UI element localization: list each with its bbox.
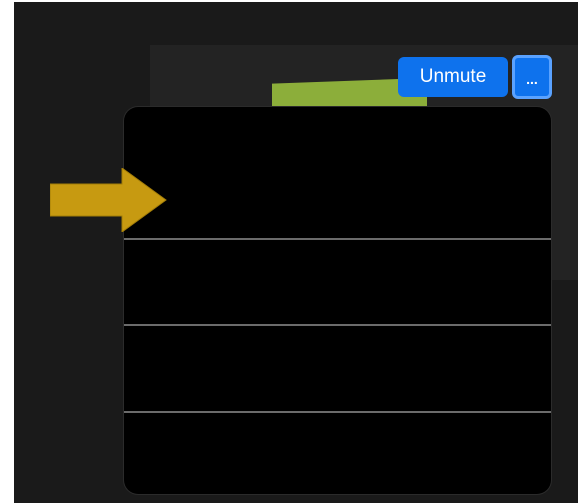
menu-divider [124,324,551,326]
screenshot-stage: Unmute ... Start Video Rename Add Pin Hi… [0,0,578,503]
menu-item-start-video[interactable]: Start Video [184,130,263,162]
arrow-right-icon [50,168,167,232]
unmute-button[interactable]: Unmute [398,57,508,97]
menu-item-hide-non-video-participants[interactable]: Hide Non-video Participants [184,355,382,387]
more-options-button[interactable]: ... [512,55,552,99]
menu-divider [124,238,551,240]
menu-item-add-pin[interactable]: Add Pin [184,267,240,299]
participant-context-menu [124,107,551,494]
menu-divider [124,411,551,413]
menu-item-hide-self-view[interactable]: Hide Self View [184,441,288,473]
menu-item-rename[interactable]: Rename [184,181,244,213]
